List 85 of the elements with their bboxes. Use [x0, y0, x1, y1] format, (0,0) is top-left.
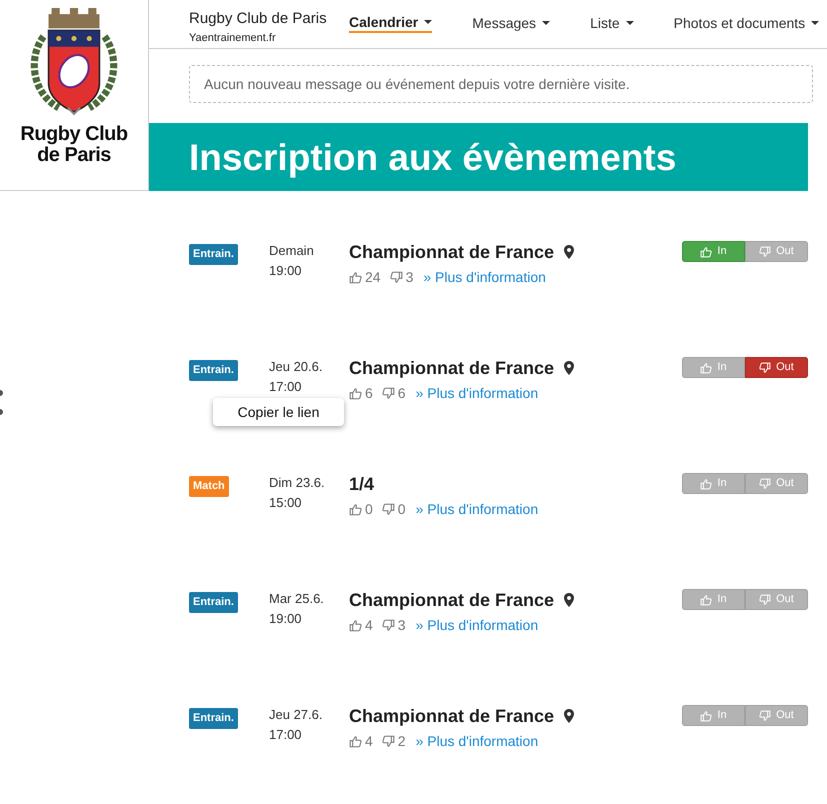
thumbs-up-icon: [349, 734, 362, 748]
event-time: 17:00: [269, 726, 303, 744]
more-info-link[interactable]: » Plus d'information: [423, 266, 546, 288]
out-button[interactable]: Out: [745, 473, 808, 494]
more-info-link[interactable]: » Plus d'information: [416, 730, 538, 752]
thumbs-up-icon: [700, 594, 712, 606]
thumbs-down-icon: [759, 246, 772, 258]
event-title[interactable]: Championnat de France: [349, 586, 554, 614]
event-date: Jeu 20.6.: [269, 358, 324, 376]
thumbs-up-icon: [700, 362, 712, 374]
event-time: 19:00: [269, 610, 303, 628]
dislike-count: 3: [398, 616, 406, 634]
location-pin-icon[interactable]: [564, 361, 574, 375]
location-pin-icon[interactable]: [564, 709, 574, 723]
in-button[interactable]: In: [682, 241, 745, 262]
thumbs-down-icon: [382, 386, 395, 400]
thumbs-up-icon: [349, 502, 362, 516]
logo-panel[interactable]: Rugby Club de Paris: [0, 0, 149, 191]
dislike-count: 3: [406, 268, 414, 286]
thumbs-up-icon: [700, 478, 712, 490]
like-count: 4: [365, 616, 373, 634]
copy-link-menu-item[interactable]: Copier le lien: [238, 402, 320, 422]
event-time: 19:00: [269, 262, 303, 280]
out-button[interactable]: Out: [745, 705, 808, 726]
like-count: 6: [365, 384, 373, 402]
notice-text: Aucun nouveau message ou événement depuis votre dernière visite.: [204, 74, 630, 94]
event-title[interactable]: Championnat de France: [349, 238, 554, 266]
thumbs-down-icon: [382, 734, 395, 748]
dislike-count: 6: [398, 384, 406, 402]
thumbs-down-icon: [759, 710, 772, 722]
thumbs-up-icon: [349, 386, 362, 400]
event-type-badge: Entrain.: [189, 244, 238, 265]
event-title[interactable]: Championnat de France: [349, 354, 554, 382]
event-type-badge: Entrain.: [189, 708, 238, 729]
site-subtitle: Yaentrainement.fr: [189, 31, 277, 46]
out-button[interactable]: Out: [745, 589, 808, 610]
in-button[interactable]: In: [682, 705, 745, 726]
more-info-link[interactable]: » Plus d'information: [416, 498, 538, 520]
like-count: 24: [365, 268, 381, 286]
dislike-count: 2: [398, 732, 406, 750]
more-vertical-icon[interactable]: [0, 387, 4, 415]
thumbs-up-icon: [349, 618, 362, 632]
location-pin-icon[interactable]: [564, 245, 574, 259]
more-info-link[interactable]: » Plus d'information: [416, 614, 538, 636]
event-title[interactable]: Championnat de France: [349, 702, 554, 730]
location-pin-icon[interactable]: [564, 593, 574, 607]
like-count: 0: [365, 500, 373, 518]
caret-icon: [811, 21, 820, 25]
logo-text: Rugby Club de Paris: [20, 124, 128, 166]
thumbs-down-icon: [759, 362, 772, 374]
in-button[interactable]: In: [682, 357, 745, 378]
nav-menu[interactable]: Messages: [472, 13, 550, 33]
nav-menu[interactable]: Liste: [590, 13, 634, 33]
event-date: Jeu 27.6.: [269, 706, 324, 724]
event-time: 15:00: [269, 494, 303, 512]
nav-menu[interactable]: Calendrier: [349, 13, 432, 33]
nav-menu[interactable]: Photos et documents: [674, 13, 820, 33]
thumbs-up-icon: [700, 246, 712, 258]
caret-icon: [424, 20, 432, 24]
thumbs-down-icon: [759, 594, 772, 606]
in-button[interactable]: In: [682, 589, 745, 610]
page-title: Inscription aux évènements: [189, 138, 676, 176]
event-type-badge: Match: [189, 476, 229, 497]
out-button[interactable]: Out: [745, 357, 808, 378]
thumbs-down-icon: [382, 502, 395, 516]
thumbs-down-icon: [382, 618, 395, 632]
event-type-badge: Entrain.: [189, 592, 238, 613]
caret-icon: [542, 21, 550, 25]
dislike-count: 0: [398, 500, 406, 518]
like-count: 4: [365, 732, 373, 750]
event-type-badge: Entrain.: [189, 360, 238, 381]
site-title[interactable]: Rugby Club de Paris: [189, 10, 339, 28]
event-title[interactable]: 1/4: [349, 470, 374, 498]
event-time: 17:00: [269, 378, 303, 396]
event-date: Dim 23.6.: [269, 474, 326, 492]
more-info-link[interactable]: » Plus d'information: [416, 382, 538, 404]
event-date: Demain: [269, 242, 315, 260]
in-button[interactable]: In: [682, 473, 745, 494]
out-button[interactable]: Out: [745, 241, 808, 262]
caret-icon: [626, 21, 634, 25]
thumbs-down-icon: [759, 478, 772, 490]
thumbs-down-icon: [390, 270, 403, 284]
event-date: Mar 25.6.: [269, 590, 325, 608]
thumbs-up-icon: [700, 710, 712, 722]
thumbs-up-icon: [349, 270, 362, 284]
